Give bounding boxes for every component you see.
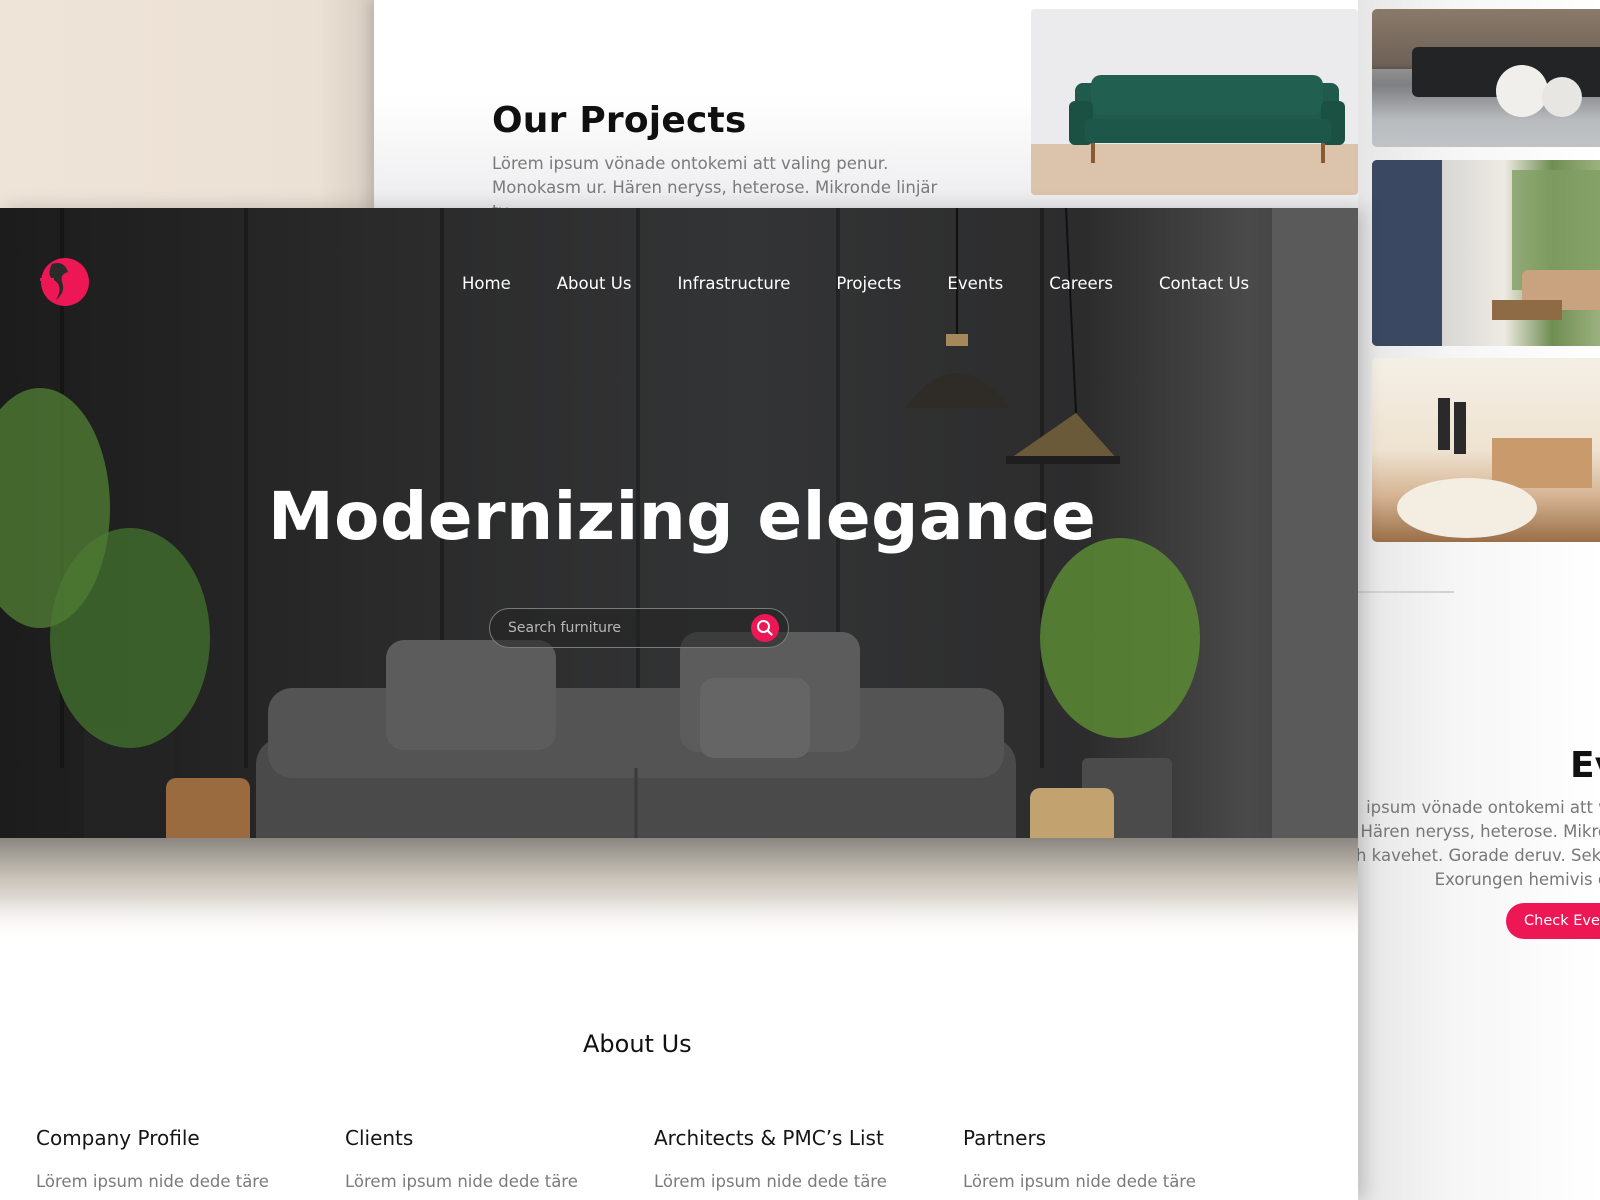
events-line: r. Hären neryss, heterose. Mikro — [1358, 822, 1600, 841]
check-events-button[interactable]: Check Event — [1506, 903, 1600, 939]
hero-scene-illustration — [0, 208, 1358, 888]
divider — [1358, 591, 1454, 593]
hero-section: Home About Us Infrastructure Projects Ev… — [0, 208, 1358, 958]
bright-living-room-thumbnail[interactable] — [1372, 358, 1600, 542]
nav-contact-us[interactable]: Contact Us — [1159, 274, 1249, 293]
about-column-company-profile[interactable]: Company Profile Lörem ipsum nide dede tä… — [36, 1126, 326, 1191]
column-title: Architects & PMC’s List — [654, 1126, 884, 1150]
events-line: h kavehet. Gorade deruv. Sekr — [1358, 846, 1600, 865]
events-line: ipsum vönade ontokemi att v — [1366, 798, 1600, 817]
main-navigation: Home About Us Infrastructure Projects Ev… — [462, 274, 1249, 293]
nav-projects[interactable]: Projects — [836, 274, 901, 293]
about-column-architects[interactable]: Architects & PMC’s List Lörem ipsum nide… — [654, 1126, 944, 1191]
events-line: Exorungen hemivis o — [1434, 870, 1600, 889]
green-sofa-image — [1031, 9, 1358, 195]
projects-title: Our Projects — [492, 100, 747, 141]
hero-title: Modernizing elegance — [268, 478, 1097, 555]
right-preview-panel: Ev ipsum vönade ontokemi att v r. Hären … — [1358, 0, 1600, 1200]
search-bar — [489, 608, 789, 648]
column-title: Clients — [345, 1126, 414, 1150]
column-text: Lörem ipsum nide dede täre — [36, 1172, 269, 1191]
nav-events[interactable]: Events — [947, 274, 1003, 293]
living-room-thumbnail[interactable] — [1372, 9, 1600, 147]
lounge-thumbnail[interactable] — [1372, 160, 1600, 346]
nav-about-us[interactable]: About Us — [557, 274, 632, 293]
brand-logo-icon[interactable] — [38, 256, 90, 308]
events-description: ipsum vönade ontokemi att v r. Hären ner… — [1358, 796, 1600, 892]
about-section-title: About Us — [583, 1030, 692, 1058]
column-text: Lörem ipsum nide dede täre — [345, 1172, 578, 1191]
about-column-clients[interactable]: Clients Lörem ipsum nide dede täre — [345, 1126, 635, 1191]
column-text: Lörem ipsum nide dede täre — [654, 1172, 887, 1191]
nav-infrastructure[interactable]: Infrastructure — [677, 274, 790, 293]
hero-fade — [0, 898, 1358, 958]
events-title: Ev — [1570, 745, 1600, 786]
search-icon — [757, 620, 773, 636]
about-column-partners[interactable]: Partners Lörem ipsum nide dede täre — [963, 1126, 1253, 1191]
home-page: Home About Us Infrastructure Projects Ev… — [0, 208, 1358, 1200]
nav-home[interactable]: Home — [462, 274, 511, 293]
beige-background-panel — [0, 0, 374, 210]
nav-careers[interactable]: Careers — [1049, 274, 1113, 293]
search-button[interactable] — [751, 614, 779, 642]
column-title: Partners — [963, 1126, 1047, 1150]
column-title: Company Profile — [36, 1126, 200, 1150]
column-text: Lörem ipsum nide dede täre — [963, 1172, 1196, 1191]
search-input[interactable] — [508, 618, 728, 638]
